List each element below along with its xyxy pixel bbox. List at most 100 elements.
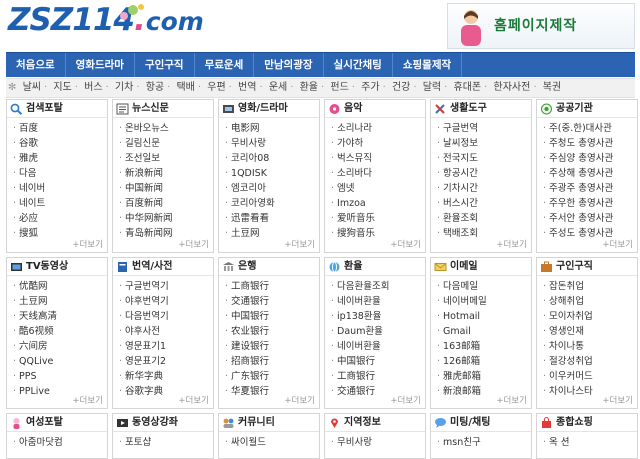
site-link[interactable]: 酷6视频: [13, 324, 107, 339]
site-link[interactable]: 다음메일: [437, 279, 531, 294]
site-link[interactable]: 조선일보: [119, 151, 213, 166]
site-link[interactable]: Daum환율: [331, 324, 425, 339]
site-link[interactable]: 雅虎: [13, 151, 107, 166]
site-link[interactable]: 中国银行: [331, 354, 425, 369]
site-link[interactable]: 中国银行: [225, 309, 319, 324]
site-link[interactable]: 네이버메일: [437, 294, 531, 309]
site-link[interactable]: PPS: [13, 369, 107, 384]
site-link[interactable]: 주광주 총영사관: [543, 181, 637, 196]
site-logo[interactable]: ZSZ114. com: [8, 2, 204, 44]
quick-link[interactable]: 건강: [391, 82, 411, 93]
quick-link[interactable]: 펀드: [329, 82, 349, 93]
site-link[interactable]: 주우한 총영사관: [543, 196, 637, 211]
site-link[interactable]: 爱听音乐: [331, 211, 425, 226]
site-link[interactable]: ip138환율: [331, 309, 425, 324]
category-title[interactable]: 검색포탈: [7, 100, 107, 118]
site-link[interactable]: 주(중.한)대사관: [543, 121, 637, 136]
more-link[interactable]: +더보기: [72, 394, 103, 406]
nav-item-chat[interactable]: 실시간채팅: [324, 53, 393, 77]
quick-link[interactable]: 달력: [422, 82, 442, 93]
site-link[interactable]: 항공시간: [437, 166, 531, 181]
site-link[interactable]: 招商银行: [225, 354, 319, 369]
site-link[interactable]: Imzoa: [331, 196, 425, 211]
site-link[interactable]: 야후사전: [119, 324, 213, 339]
site-link[interactable]: Hotmail: [437, 309, 531, 324]
site-link[interactable]: 必应: [13, 211, 107, 226]
site-link[interactable]: 주심양 총영사관: [543, 151, 637, 166]
site-link[interactable]: 길림신문: [119, 136, 213, 151]
site-link[interactable]: 工商银行: [225, 279, 319, 294]
more-link[interactable]: +더보기: [602, 394, 633, 406]
category-title[interactable]: 영화/드라마: [219, 100, 319, 118]
site-link[interactable]: 모이자취업: [543, 309, 637, 324]
site-link[interactable]: 영생인재: [543, 324, 637, 339]
site-link[interactable]: 온바오뉴스: [119, 121, 213, 136]
site-link[interactable]: 百度新闻: [119, 196, 213, 211]
site-link[interactable]: 포토샵: [119, 435, 213, 450]
category-title[interactable]: 음악: [325, 100, 425, 118]
category-title[interactable]: 환율: [325, 258, 425, 276]
site-link[interactable]: 벅스뮤직: [331, 151, 425, 166]
site-link[interactable]: 절강성취업: [543, 354, 637, 369]
site-link[interactable]: QQLive: [13, 354, 107, 369]
quick-link[interactable]: 한자사전: [493, 82, 532, 93]
quick-link[interactable]: 버스: [83, 82, 103, 93]
more-link[interactable]: +더보기: [390, 394, 421, 406]
site-link[interactable]: 구글번역기: [119, 279, 213, 294]
site-link[interactable]: 상해취업: [543, 294, 637, 309]
quick-link[interactable]: 복권: [542, 82, 562, 93]
site-link[interactable]: 영문표기1: [119, 339, 213, 354]
site-link[interactable]: 주상해 총영사관: [543, 166, 637, 181]
quick-link[interactable]: 기차: [114, 82, 134, 93]
site-link[interactable]: 广东银行: [225, 369, 319, 384]
category-title[interactable]: 종합쇼핑: [537, 414, 637, 432]
site-link[interactable]: 农业银行: [225, 324, 319, 339]
site-link[interactable]: 新华字典: [119, 369, 213, 384]
more-link[interactable]: +더보기: [496, 238, 527, 250]
quick-link[interactable]: 지도: [52, 82, 72, 93]
site-link[interactable]: 코리아08: [225, 151, 319, 166]
site-link[interactable]: 六间房: [13, 339, 107, 354]
site-link[interactable]: 雅虎邮箱: [437, 369, 531, 384]
quick-link[interactable]: 항공: [145, 82, 165, 93]
category-title[interactable]: 이메일: [431, 258, 531, 276]
site-link[interactable]: 옥 션: [543, 435, 637, 450]
nav-item-fortune[interactable]: 무료운세: [195, 53, 255, 77]
category-title[interactable]: 미팅/채팅: [431, 414, 531, 432]
site-link[interactable]: 네이버: [13, 181, 107, 196]
site-link[interactable]: 싸이월드: [225, 435, 319, 450]
site-link[interactable]: 中国新闻: [119, 181, 213, 196]
quick-link[interactable]: 휴대폰: [453, 82, 483, 93]
category-title[interactable]: 번역/사전: [113, 258, 213, 276]
site-link[interactable]: 주청도 총영사관: [543, 136, 637, 151]
category-title[interactable]: 구인구직: [537, 258, 637, 276]
site-link[interactable]: 무비사랑: [331, 435, 425, 450]
more-link[interactable]: +더보기: [284, 394, 315, 406]
site-link[interactable]: 이우커머드: [543, 369, 637, 384]
nav-item-jobs[interactable]: 구인구직: [135, 53, 195, 77]
nav-item-movies[interactable]: 영화드라마: [66, 53, 135, 77]
nav-item-shopmall[interactable]: 쇼핑몰제작: [393, 53, 463, 77]
quick-link[interactable]: 환율: [299, 82, 319, 93]
more-link[interactable]: +더보기: [178, 238, 209, 250]
site-link[interactable]: 전국지도: [437, 151, 531, 166]
site-link[interactable]: 电影网: [225, 121, 319, 136]
more-link[interactable]: +더보기: [178, 394, 209, 406]
site-link[interactable]: 구글번역: [437, 121, 531, 136]
quick-link[interactable]: 우편: [206, 82, 226, 93]
category-title[interactable]: 뉴스신문: [113, 100, 213, 118]
nav-item-home[interactable]: 처음으로: [6, 53, 66, 77]
category-title[interactable]: 여성포탈: [7, 414, 107, 432]
quick-link[interactable]: 주가: [360, 82, 380, 93]
site-link[interactable]: 야후번역기: [119, 294, 213, 309]
category-title[interactable]: 생활도구: [431, 100, 531, 118]
more-link[interactable]: +더보기: [602, 238, 633, 250]
site-link[interactable]: 주서안 총영사관: [543, 211, 637, 226]
site-link[interactable]: 엠코리아: [225, 181, 319, 196]
site-link[interactable]: Gmail: [437, 324, 531, 339]
site-link[interactable]: 기차시간: [437, 181, 531, 196]
category-title[interactable]: 공공기관: [537, 100, 637, 118]
site-link[interactable]: 무비사랑: [225, 136, 319, 151]
site-link[interactable]: 버스시간: [437, 196, 531, 211]
site-link[interactable]: 天线高清: [13, 309, 107, 324]
